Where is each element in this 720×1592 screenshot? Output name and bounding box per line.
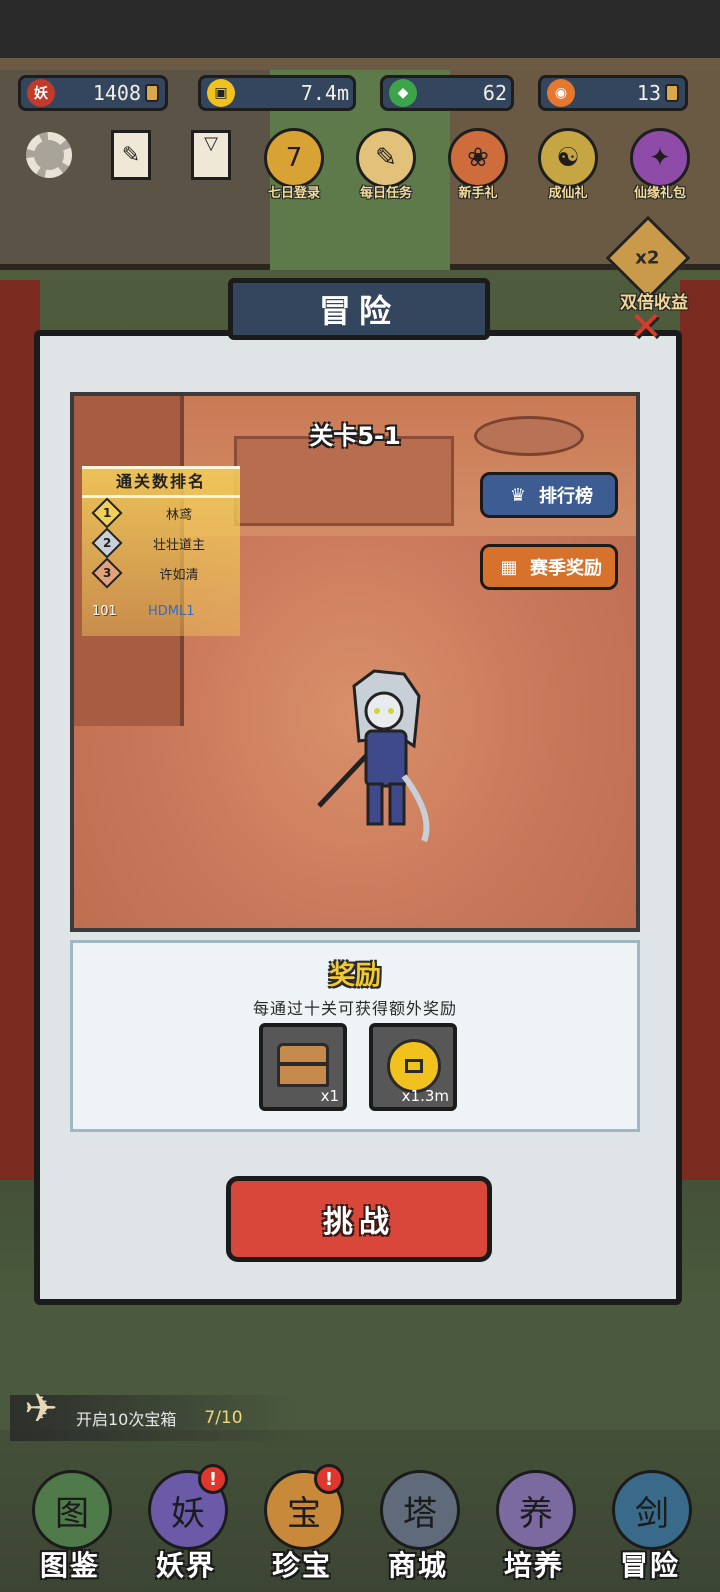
jade-icon: ◆	[389, 79, 417, 107]
reward-quantity: x1.3m	[401, 1087, 449, 1105]
stage-title: 关卡5-1	[309, 422, 401, 450]
scroll-icon: ✎	[111, 130, 151, 180]
event-daily-task[interactable]: ✎ 每日任务	[348, 128, 424, 208]
task-scroll-icon: ✎	[356, 128, 416, 188]
resource-value: 62	[482, 81, 507, 105]
ranking-row: 3 许如清	[82, 557, 240, 589]
season-reward-button[interactable]: ▦ 赛季奖励	[480, 544, 618, 590]
settings-button[interactable]	[24, 130, 74, 180]
rank-badge-icon: 3	[91, 557, 123, 589]
event-immortal-gift[interactable]: ☯ 成仙礼	[530, 128, 606, 208]
reward-panel: 奖励 每通过十关可获得额外奖励 x1 x1.3m	[70, 940, 640, 1132]
alert-badge: !	[314, 1464, 344, 1494]
resource-value: 13	[636, 81, 661, 105]
ranking-name: 林鸢	[165, 507, 192, 523]
resource-bar-fire-orb[interactable]: ◉ 13	[538, 75, 688, 111]
quest-text: 开启10次宝箱	[76, 1410, 177, 1429]
event-immortal-pack[interactable]: ✦ 仙缘礼包	[622, 128, 698, 208]
quest-progress: 7/10	[204, 1408, 243, 1428]
dialog-title: 冒险	[228, 278, 490, 340]
envelope-icon: ▽	[191, 130, 231, 180]
alert-badge: !	[198, 1464, 228, 1494]
ranking-row: 1 林鸢	[82, 497, 240, 529]
treasure-chest-icon	[277, 1043, 329, 1087]
add-icon[interactable]	[145, 84, 159, 102]
event-label: 每日任务	[359, 186, 412, 201]
rank-badge-icon: 2	[91, 527, 123, 559]
trophy-icon: ♛	[509, 484, 527, 506]
gift-pack-icon: ✦	[630, 128, 690, 188]
nav-item-treasure[interactable]: 宝 ! 珍宝	[252, 1464, 352, 1588]
nav-label: 培养	[503, 1549, 564, 1582]
double-income-button[interactable]: x2 双倍收益	[598, 215, 710, 313]
reward-description: 每通过十关可获得额外奖励	[252, 999, 457, 1018]
leaderboard-label: 排行榜	[539, 486, 593, 507]
event-label: 新手礼	[458, 186, 498, 201]
nav-item-demon-realm[interactable]: 妖 ! 妖界	[136, 1464, 236, 1588]
bottom-nav: 图 图鉴 妖 ! 妖界 宝 ! 珍宝 塔 商城 养 培养 剑 冒险	[0, 1464, 720, 1592]
resource-bar-jade[interactable]: ◆ 62	[380, 75, 514, 111]
my-rank-number: 101	[92, 604, 117, 619]
right-wall	[680, 280, 720, 1180]
nav-label: 冒险	[619, 1549, 680, 1582]
copper-coin-icon	[387, 1039, 441, 1093]
reward-item-chest[interactable]: x1	[259, 1023, 347, 1111]
stage-scene: 关卡5-1 通关数排名 1 林鸢 2 壮壮道主 3 许如清 101 HDML1 …	[70, 392, 640, 932]
nav-item-handbook[interactable]: 图 图鉴	[20, 1470, 120, 1588]
event-label: 成仙礼	[548, 186, 588, 201]
notes-button[interactable]: ✎	[106, 130, 156, 180]
fire-orb-icon: ◉	[547, 79, 575, 107]
gear-icon	[26, 132, 72, 178]
cultivate-icon: 养	[496, 1470, 576, 1550]
close-icon[interactable]: ✕	[622, 303, 670, 351]
leaderboard-button[interactable]: ♛ 排行榜	[480, 472, 618, 518]
gift-bowl-icon: ❀	[448, 128, 508, 188]
my-rank-name: HDML1	[148, 604, 195, 619]
ranking-row: 2 壮壮道主	[82, 527, 240, 559]
nav-label: 珍宝	[271, 1549, 332, 1582]
nav-label: 商城	[387, 1549, 448, 1582]
event-seven-day-login[interactable]: 7 七日登录	[256, 128, 332, 208]
pagoda-icon: 塔	[380, 1470, 460, 1550]
challenge-button[interactable]: 挑战	[226, 1176, 492, 1262]
nav-item-shop[interactable]: 塔 商城	[368, 1470, 468, 1588]
copper-coin-icon: ▣	[207, 79, 235, 107]
resource-bar-demon-token[interactable]: 妖 1408	[18, 75, 168, 111]
quest-tracker[interactable]: ✈ 开启10次宝箱 7/10	[10, 1386, 300, 1441]
resource-value: 7.4m	[300, 81, 349, 105]
resource-bar-copper-coin[interactable]: ▣ 7.4m	[198, 75, 356, 111]
paper-crane-icon: ✈	[24, 1386, 58, 1432]
ranking-name: 许如清	[159, 567, 199, 583]
event-label: 七日登录	[267, 186, 320, 201]
demon-token-icon: 妖	[27, 79, 55, 107]
event-newbie-gift[interactable]: ❀ 新手礼	[440, 128, 516, 208]
mail-button[interactable]: ▽	[186, 130, 236, 180]
immortal-mask-icon: ☯	[538, 128, 598, 188]
reward-item-coin[interactable]: x1.3m	[369, 1023, 457, 1111]
nav-item-cultivate[interactable]: 养 培养	[484, 1470, 584, 1588]
gift-icon: ▦	[500, 556, 518, 578]
hero-character	[317, 669, 430, 843]
nav-label: 图鉴	[39, 1549, 100, 1582]
sword-icon: 剑	[612, 1470, 692, 1550]
add-icon[interactable]	[665, 84, 679, 102]
my-ranking-row: 101 HDML1	[92, 604, 232, 619]
nav-item-adventure[interactable]: 剑 冒险	[600, 1470, 700, 1588]
ranking-title: 通关数排名	[82, 466, 240, 498]
resource-value: 1408	[92, 81, 141, 105]
nav-label: 妖界	[155, 1549, 216, 1582]
rank-badge-icon: 1	[91, 497, 123, 529]
ranking-name: 壮壮道主	[152, 537, 205, 553]
season-reward-label: 赛季奖励	[530, 558, 602, 579]
calendar-icon: 7	[264, 128, 324, 188]
reward-quantity: x1	[320, 1087, 339, 1105]
reward-title: 奖励	[328, 961, 381, 991]
handbook-icon: 图	[32, 1470, 112, 1550]
event-label: 仙缘礼包	[633, 186, 686, 201]
